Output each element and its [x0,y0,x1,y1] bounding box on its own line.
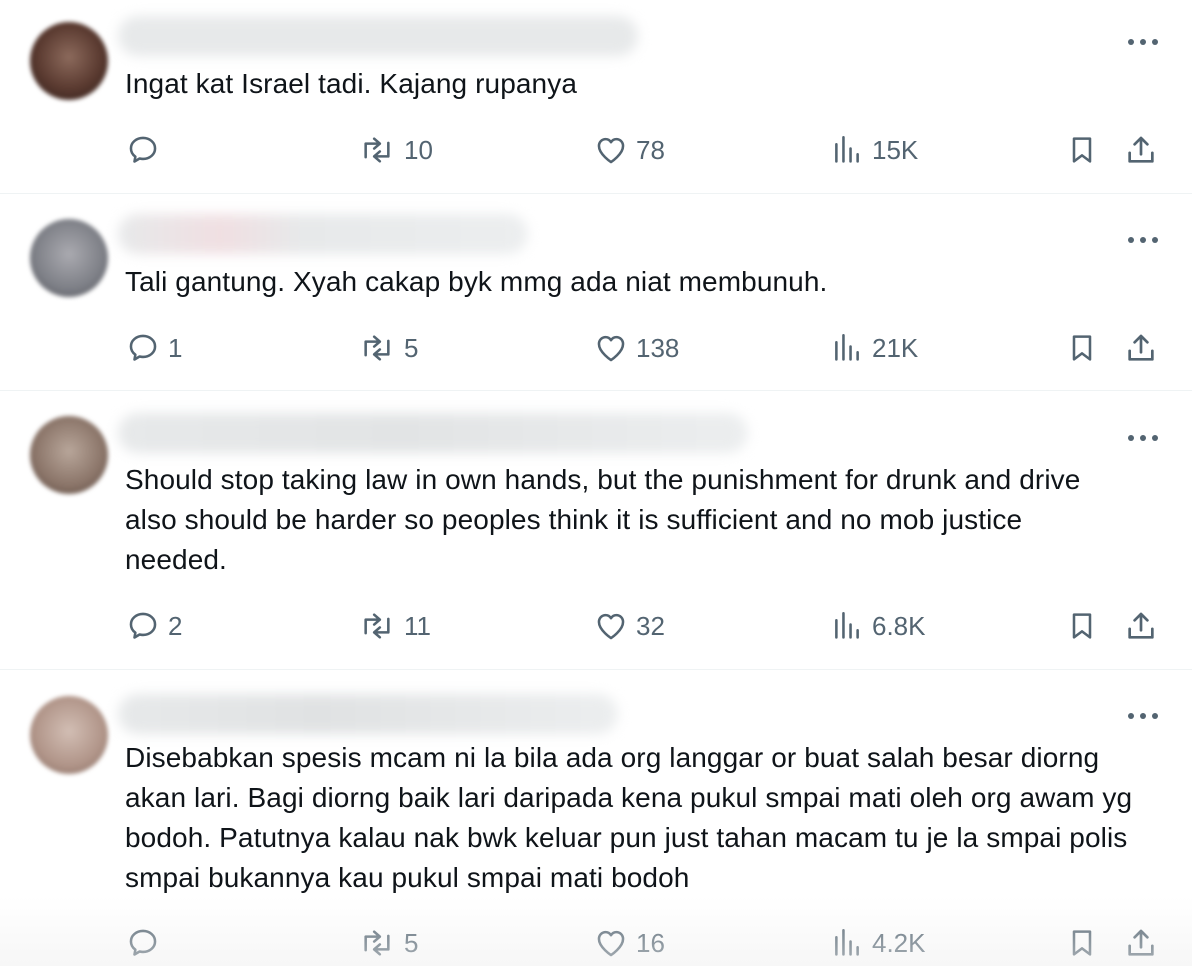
share-icon [1128,612,1154,639]
reply-3[interactable]: Should stop taking law in own hands, but… [0,391,1192,670]
username-redacted [118,694,618,734]
reply-4[interactable]: Disebabkan spesis mcam ni la bila ada or… [0,670,1192,966]
views-icon [835,333,859,361]
reply-icon [129,334,157,361]
reply-button[interactable] [126,923,168,963]
more-options-button[interactable] [1128,706,1158,726]
views-count: 6.8K [872,611,926,641]
share-button[interactable] [1124,923,1158,963]
bookmark-icon [1072,335,1092,361]
reply-count: 2 [168,611,183,641]
action-bar: 10 78 15K [0,130,1192,170]
repost-count: 5 [404,928,419,958]
repost-icon [364,137,390,163]
reply-button[interactable]: 1 [126,328,182,368]
avatar[interactable] [30,416,108,494]
repost-count: 10 [404,135,433,165]
repost-button[interactable]: 11 [358,606,431,646]
reply-icon [129,612,157,639]
share-button[interactable] [1124,328,1158,368]
share-icon [1128,334,1154,361]
views-button[interactable]: 15K [830,130,918,170]
views-icon [835,611,859,639]
username-redacted [118,16,638,56]
share-button[interactable] [1124,606,1158,646]
repost-icon [364,613,390,639]
reply-button[interactable]: 2 [126,606,182,646]
share-button[interactable] [1124,130,1158,170]
like-count: 78 [636,135,665,165]
heart-icon [597,613,625,640]
bookmark-icon [1072,930,1092,956]
views-icon [835,135,859,163]
bookmark-icon [1072,137,1092,163]
heart-icon [597,930,625,957]
bookmark-icon [1072,613,1092,639]
like-count: 32 [636,611,665,641]
username-redacted [118,214,528,254]
views-count: 15K [872,135,919,165]
reply-icon [129,929,157,956]
reply-count: 1 [168,333,183,363]
avatar[interactable] [30,219,108,297]
username-redacted [118,413,748,453]
reply-text: Should stop taking law in own hands, but… [125,464,1081,575]
more-options-button[interactable] [1128,428,1158,448]
share-icon [1128,136,1154,163]
repost-icon [364,335,390,361]
reply-button[interactable] [126,130,168,170]
views-count: 4.2K [872,928,926,958]
repost-button[interactable]: 5 [358,923,418,963]
views-icon [835,928,859,956]
like-button[interactable]: 16 [594,923,665,963]
heart-icon [597,335,625,362]
bookmark-button[interactable] [1066,606,1098,646]
avatar[interactable] [30,22,108,100]
action-bar: 2 11 32 6.8K [0,606,1192,646]
heart-icon [597,137,625,164]
like-button[interactable]: 32 [594,606,665,646]
views-button[interactable]: 4.2K [830,923,926,963]
action-bar: 5 16 4.2K [0,923,1192,963]
bookmark-button[interactable] [1066,328,1098,368]
more-options-button[interactable] [1128,230,1158,250]
repost-count: 11 [404,611,431,641]
repost-button[interactable]: 5 [358,328,418,368]
like-button[interactable]: 138 [594,328,679,368]
bookmark-button[interactable] [1066,923,1098,963]
reply-icon [129,136,157,163]
reply-1[interactable]: Ingat kat Israel tadi. Kajang rupanya 10… [0,0,1192,194]
more-options-button[interactable] [1128,32,1158,52]
repost-count: 5 [404,333,419,363]
reply-text: Tali gantung. Xyah cakap byk mmg ada nia… [125,266,828,297]
like-button[interactable]: 78 [594,130,665,170]
avatar[interactable] [30,696,108,774]
views-count: 21K [872,333,919,363]
like-count: 16 [636,928,665,958]
reply-2[interactable]: Tali gantung. Xyah cakap byk mmg ada nia… [0,194,1192,391]
repost-icon [364,930,390,956]
like-count: 138 [636,333,680,363]
bookmark-button[interactable] [1066,130,1098,170]
reply-text: Ingat kat Israel tadi. Kajang rupanya [125,68,577,99]
share-icon [1128,929,1154,956]
reply-text: Disebabkan spesis mcam ni la bila ada or… [125,742,1133,893]
views-button[interactable]: 21K [830,328,918,368]
views-button[interactable]: 6.8K [830,606,926,646]
repost-button[interactable]: 10 [358,130,433,170]
action-bar: 1 5 138 21K [0,328,1192,368]
